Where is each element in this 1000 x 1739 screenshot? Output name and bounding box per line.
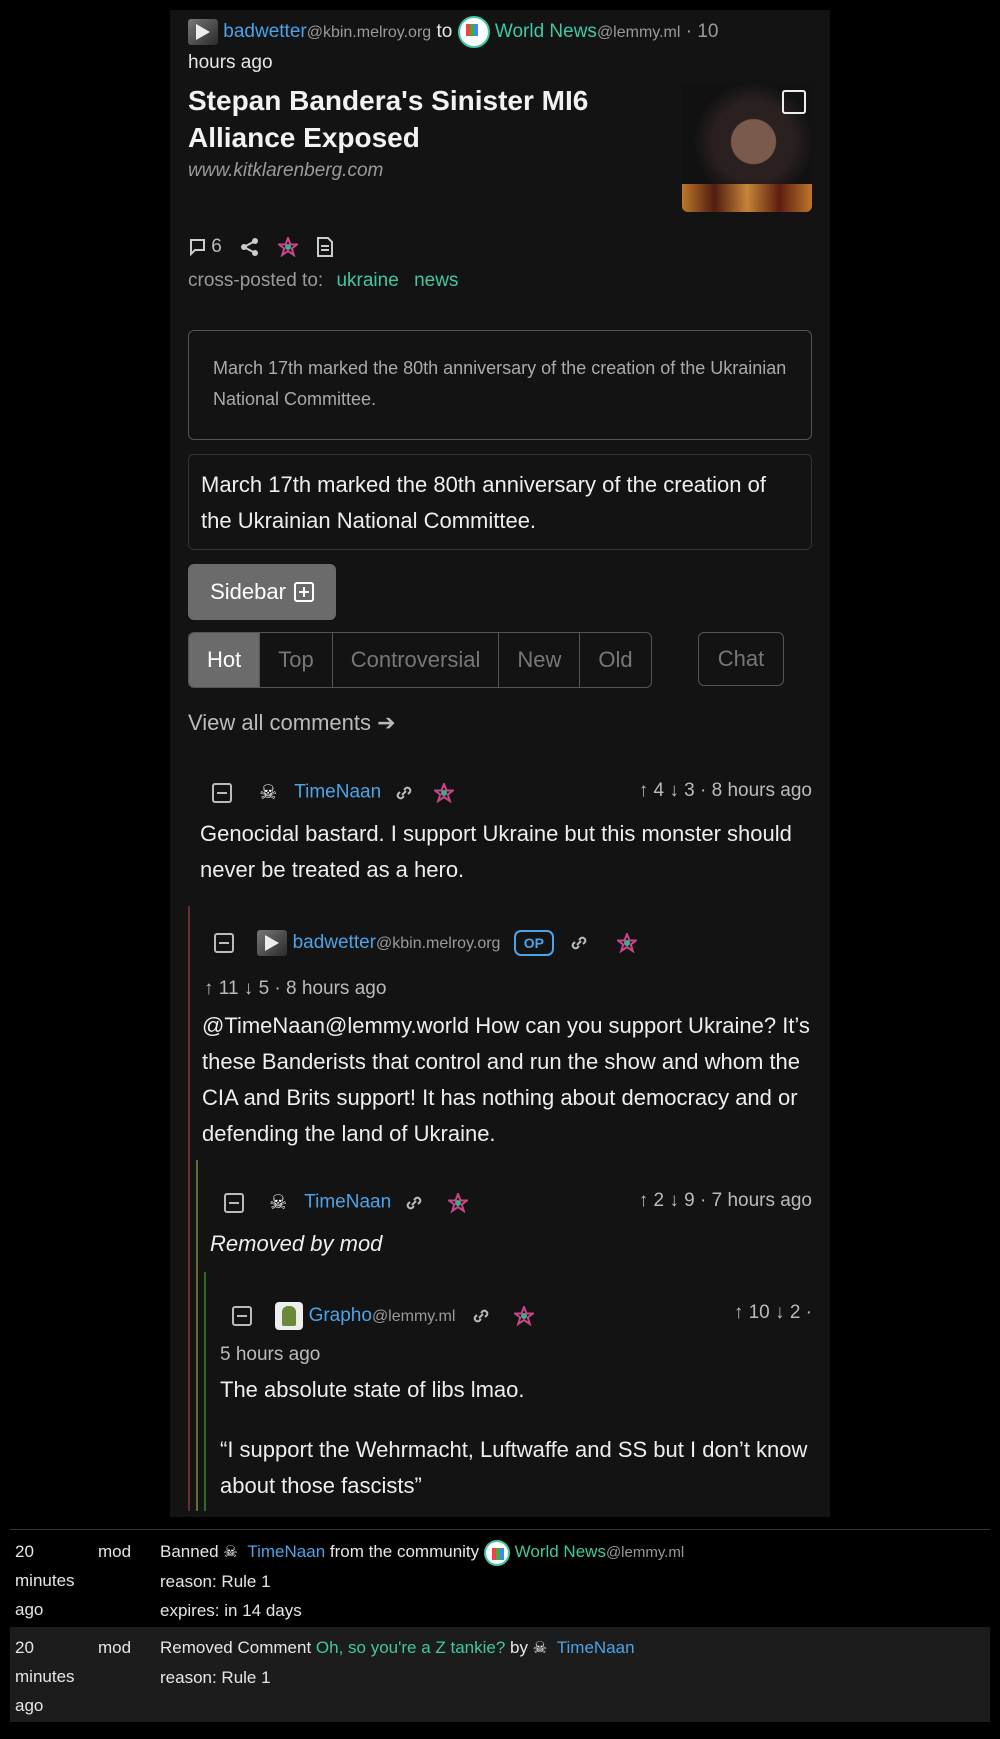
tab-top[interactable]: Top [260, 633, 333, 687]
comment-4-user[interactable]: Grapho [309, 1305, 372, 1326]
user-avatar[interactable]: ☠ [259, 780, 289, 805]
comment-4-text-1: The absolute state of libs lmao. [220, 1377, 525, 1402]
comment-1-text: Genocidal bastard. I support Ukraine but… [200, 821, 792, 882]
comment-4-time: 5 hours ago [220, 1344, 321, 1365]
fediverse-icon[interactable] [277, 237, 298, 257]
comment-3-user[interactable]: TimeNaan [304, 1192, 391, 1213]
comment-icon [190, 238, 205, 257]
post-author-instance: @kbin.melroy.org [306, 24, 432, 42]
post-thumbnail[interactable] [682, 84, 812, 212]
author-avatar[interactable] [188, 19, 218, 45]
external-link-icon [782, 90, 806, 114]
sidebar-button[interactable]: Sidebar [188, 564, 336, 620]
user-avatar[interactable]: ☠ [269, 1190, 299, 1215]
modlog-row-1: 20 minutes ago mod Banned ☠ TimeNaan from… [10, 1537, 990, 1623]
post-panel: badwetter@kbin.melroy.org to World News@… [170, 10, 830, 1517]
fediverse-icon[interactable] [431, 780, 456, 803]
modlog-reason: reason: Rule 1 [160, 1668, 271, 1688]
summary-box: March 17th marked the 80th anniversary o… [188, 330, 812, 440]
comment-4-header: Grapho@lemmy.ml ↑ 10 ↓ 2 · [188, 1302, 812, 1332]
comment-2-text: @TimeNaan@lemmy.world How can you suppor… [202, 1013, 810, 1146]
comment-2-header: badwetter@kbin.melroy.org OP [188, 930, 812, 960]
community-avatar [483, 1539, 510, 1566]
comment-4-votes[interactable]: ↑ 10 ↓ 2 · [734, 1302, 812, 1324]
crosspost-label: cross-posted to: [188, 270, 324, 291]
user-avatar[interactable] [257, 930, 288, 956]
modlog-time: 20 minutes ago [15, 1542, 75, 1619]
comment-2-user[interactable]: badwetter [293, 932, 376, 953]
view-all-comments-link[interactable]: View all comments ➔ [188, 710, 812, 736]
modlog-expires: expires: in 14 days [160, 1601, 302, 1621]
share-icon[interactable] [240, 237, 260, 257]
modlog-user-link[interactable]: TimeNaan [557, 1638, 635, 1657]
post-time-2: hours ago [188, 52, 273, 74]
post-title[interactable]: Stepan Bandera's Sinister MI6 Alliance E… [188, 82, 670, 156]
modlog-row-2: 20 minutes ago mod Removed Comment Oh, s… [10, 1633, 990, 1719]
comment-3-text: Removed by mod [210, 1231, 383, 1256]
community-instance: @lemmy.ml [596, 24, 681, 42]
crosspost-news-link[interactable]: news [414, 270, 458, 291]
op-badge: OP [513, 930, 554, 957]
link-icon[interactable] [471, 1306, 491, 1326]
community-avatar[interactable] [457, 16, 490, 48]
source-icon[interactable] [316, 237, 334, 257]
comment-1-votes[interactable]: ↑ 4 ↓ 3 · 8 hours ago [639, 780, 812, 802]
tab-new[interactable]: New [499, 633, 581, 687]
tab-chat[interactable]: Chat [698, 632, 784, 686]
link-icon[interactable] [569, 933, 589, 953]
to-text: to [436, 21, 453, 43]
collapse-icon[interactable] [232, 1306, 252, 1326]
expand-icon [293, 582, 314, 602]
link-icon[interactable] [404, 1193, 424, 1213]
modlog-action: Removed Comment Oh, so you're a Z tankie… [160, 1633, 635, 1692]
divider [10, 1529, 990, 1530]
tab-hot[interactable]: Hot [189, 633, 261, 687]
comment-1-user[interactable]: TimeNaan [294, 782, 381, 803]
collapse-icon[interactable] [212, 782, 232, 803]
fediverse-icon[interactable] [512, 1304, 536, 1327]
comment-2-instance: @kbin.melroy.org [376, 935, 501, 953]
community-link[interactable]: World News [495, 21, 597, 42]
link-icon[interactable] [394, 783, 414, 803]
modlog-comment-link[interactable]: Oh, so you're a Z tankie? [316, 1638, 505, 1657]
modlog-time: 20 minutes ago [15, 1638, 75, 1715]
modlog-community-link[interactable]: World News [515, 1542, 606, 1561]
user-avatar: ☠ [223, 1544, 238, 1562]
post-author-link[interactable]: badwetter [223, 21, 306, 42]
comment-4-text-2: “I support the Wehrmacht, Luftwaffe and … [220, 1437, 808, 1498]
user-avatar: ☠ [532, 1640, 548, 1658]
comment-3-votes[interactable]: ↑ 2 ↓ 9 · 7 hours ago [639, 1190, 812, 1212]
modlog-role: mod [98, 1638, 132, 1657]
sort-tabs: Hot Top Controversial New Old [188, 632, 652, 688]
tab-old[interactable]: Old [580, 633, 650, 687]
modlog: 20 minutes ago mod Banned ☠ TimeNaan from… [0, 1517, 1000, 1739]
crosspost-line: cross-posted to: ukraine news [188, 270, 812, 292]
comments-count[interactable]: 6 [188, 236, 222, 258]
post-meta: badwetter@kbin.melroy.org to World News@… [188, 16, 812, 78]
tab-controversial[interactable]: Controversial [333, 633, 500, 687]
comment-2-votes[interactable]: ↑ 11 ↓ 5 · 8 hours ago [204, 978, 812, 1000]
modlog-role: mod [98, 1542, 132, 1561]
comment-4-instance: @lemmy.ml [371, 1308, 456, 1326]
collapse-icon[interactable] [224, 1192, 244, 1213]
user-avatar[interactable] [275, 1302, 304, 1330]
comment-1-header: ☠ TimeNaan ↑ 4 ↓ 3 · 8 hours ago [188, 780, 812, 810]
modlog-reason: reason: Rule 1 [160, 1572, 271, 1592]
crosspost-ukraine-link[interactable]: ukraine [336, 270, 398, 291]
fediverse-icon[interactable] [445, 1190, 470, 1213]
post-body: March 17th marked the 80th anniversary o… [188, 454, 812, 550]
modlog-user-link[interactable]: TimeNaan [247, 1542, 325, 1561]
fediverse-icon[interactable] [614, 931, 639, 954]
post-time: · 10 [685, 21, 719, 43]
comment-3-header: ☠ TimeNaan ↑ 2 ↓ 9 · 7 hours ago [188, 1190, 812, 1220]
collapse-icon[interactable] [214, 933, 234, 953]
modlog-action: Banned ☠ TimeNaan from the community Worl… [160, 1537, 684, 1625]
